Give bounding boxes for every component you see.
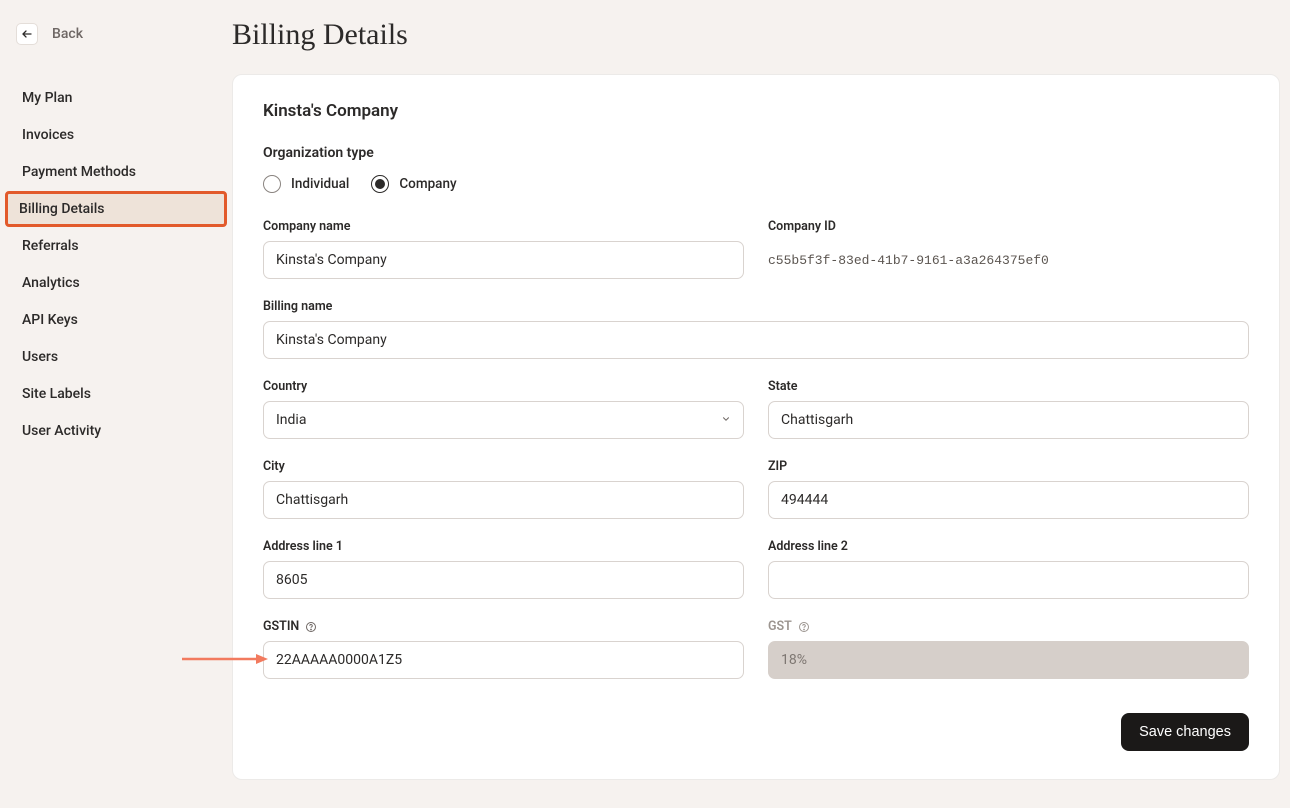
sidebar-item-users[interactable]: Users [8, 339, 224, 375]
city-field: City [263, 459, 744, 519]
page-title: Billing Details [232, 18, 1280, 52]
sidebar-item-analytics[interactable]: Analytics [8, 265, 224, 301]
info-icon[interactable] [305, 621, 317, 633]
gst-label-text: GST [768, 619, 792, 634]
sidebar-item-site-labels[interactable]: Site Labels [8, 376, 224, 412]
main-content: Billing Details Kinsta's Company Organiz… [232, 0, 1290, 808]
company-id-field: Company ID c55b5f3f-83ed-41b7-9161-a3a26… [768, 219, 1249, 279]
gstin-label: GSTIN [263, 619, 744, 634]
zip-field: ZIP [768, 459, 1249, 519]
sidebar-nav: My Plan Invoices Payment Methods Billing… [8, 80, 224, 449]
gst-field: GST [768, 619, 1249, 679]
radio-company-label: Company [399, 176, 456, 192]
company-name-input[interactable] [263, 241, 744, 279]
country-value: India [276, 412, 721, 428]
billing-name-field: Billing name [263, 299, 1249, 359]
country-field: Country India [263, 379, 744, 439]
form-actions: Save changes [263, 713, 1249, 751]
city-input[interactable] [263, 481, 744, 519]
state-label: State [768, 379, 1249, 394]
state-field: State [768, 379, 1249, 439]
billing-details-card: Kinsta's Company Organization type Indiv… [232, 74, 1280, 780]
back-button[interactable]: Back [8, 18, 224, 50]
gstin-label-text: GSTIN [263, 619, 299, 634]
address1-input[interactable] [263, 561, 744, 599]
sidebar-item-payment-methods[interactable]: Payment Methods [8, 154, 224, 190]
address1-field: Address line 1 [263, 539, 744, 599]
gst-input [768, 641, 1249, 679]
address1-label: Address line 1 [263, 539, 744, 554]
back-label: Back [52, 26, 83, 42]
org-type-radio-group: Individual Company [263, 175, 1249, 193]
gstin-input[interactable] [263, 641, 744, 679]
radio-individual[interactable]: Individual [263, 175, 349, 193]
zip-input[interactable] [768, 481, 1249, 519]
state-input[interactable] [768, 401, 1249, 439]
radio-individual-label: Individual [291, 176, 349, 192]
sidebar-item-my-plan[interactable]: My Plan [8, 80, 224, 116]
sidebar-item-referrals[interactable]: Referrals [8, 228, 224, 264]
zip-label: ZIP [768, 459, 1249, 474]
back-arrow-icon [16, 23, 38, 45]
country-label: Country [263, 379, 744, 394]
billing-name-input[interactable] [263, 321, 1249, 359]
sidebar-item-api-keys[interactable]: API Keys [8, 302, 224, 338]
radio-circle-icon [263, 175, 281, 193]
radio-company[interactable]: Company [371, 175, 456, 193]
country-select[interactable]: India [263, 401, 744, 439]
company-id-label: Company ID [768, 219, 1249, 234]
sidebar-item-user-activity[interactable]: User Activity [8, 413, 224, 449]
sidebar: Back My Plan Invoices Payment Methods Bi… [0, 0, 232, 808]
company-name-field: Company name [263, 219, 744, 279]
company-name-label: Company name [263, 219, 744, 234]
address2-input[interactable] [768, 561, 1249, 599]
org-type-label: Organization type [263, 145, 1249, 161]
company-id-value: c55b5f3f-83ed-41b7-9161-a3a264375ef0 [768, 241, 1249, 279]
gstin-field: GSTIN [263, 619, 744, 679]
card-title: Kinsta's Company [263, 101, 1249, 121]
billing-name-label: Billing name [263, 299, 1249, 314]
address2-field: Address line 2 [768, 539, 1249, 599]
gst-label: GST [768, 619, 1249, 634]
sidebar-item-invoices[interactable]: Invoices [8, 117, 224, 153]
chevron-down-icon [721, 412, 731, 428]
save-button[interactable]: Save changes [1121, 713, 1249, 751]
sidebar-item-billing-details[interactable]: Billing Details [5, 191, 227, 227]
radio-circle-icon [371, 175, 389, 193]
city-label: City [263, 459, 744, 474]
address2-label: Address line 2 [768, 539, 1249, 554]
info-icon[interactable] [798, 621, 810, 633]
